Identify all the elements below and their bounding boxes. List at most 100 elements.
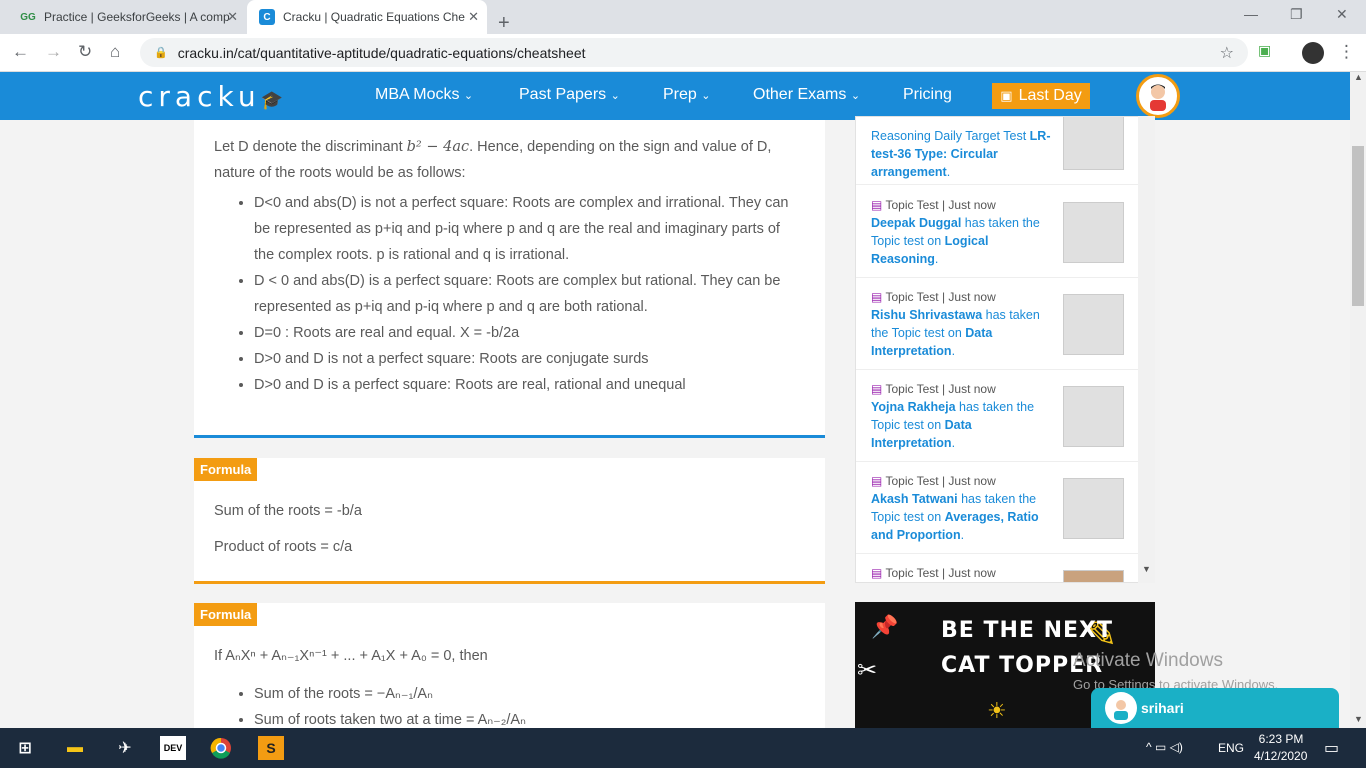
last-day-button[interactable]: ▣ Last Day — [992, 83, 1090, 109]
language-indicator[interactable]: ENG — [1218, 741, 1244, 755]
activity-user-name: Akash Tatwani — [871, 492, 958, 506]
user-placeholder-avatar — [1063, 202, 1124, 263]
close-tab-icon[interactable]: ✕ — [468, 9, 479, 25]
activity-text: Deepak Duggal has taken the Topic test o… — [871, 216, 1040, 266]
chrome-icon[interactable] — [208, 736, 234, 760]
clock-date[interactable]: 4/12/2020 — [1254, 749, 1307, 763]
activity-item[interactable]: ▤ Topic Test | Just now Akash Tatwani ha… — [856, 462, 1139, 554]
url-text: cracku.in/cat/quantitative-aptitude/quad… — [177, 44, 586, 61]
sublime-text-icon[interactable]: S — [258, 736, 284, 760]
chat-widget[interactable]: srihari — [1091, 688, 1339, 728]
forward-arrow-icon[interactable]: → — [45, 42, 62, 62]
document-icon: ▤ — [871, 290, 883, 304]
browser-tab-cracku[interactable]: C Cracku | Quadratic Equations Che ✕ — [247, 0, 487, 34]
tab-title: Practice | GeeksforGeeks | A comp — [44, 10, 230, 24]
chevron-down-icon: ⌄ — [463, 90, 474, 102]
activity-text-b: . — [946, 165, 951, 179]
last-day-label: Last Day — [1018, 87, 1082, 104]
list-item: D=0 : Roots are real and equal. X = -b/2… — [254, 320, 801, 346]
nav-label: MBA Mocks — [375, 86, 460, 103]
activity-meta-text: Topic Test | Just now — [885, 566, 996, 580]
product-of-roots-text: Product of roots = c/a — [214, 539, 353, 555]
activity-user-name: Deepak Duggal — [871, 216, 962, 230]
scissors-icon: ✂ — [857, 657, 878, 684]
document-icon: ▤ — [871, 382, 883, 396]
intro-text-a: Let D denote the discriminant — [214, 139, 407, 155]
activity-item[interactable]: Reasoning Daily Target Test LR-test-36 T… — [856, 117, 1139, 185]
document-icon: ▤ — [871, 198, 883, 212]
system-tray-icons[interactable]: ^ ▭ ◁) — [1146, 740, 1183, 754]
nav-label: Prep — [663, 86, 697, 103]
scroll-up-arrow-icon[interactable]: ▲ — [1354, 72, 1363, 82]
notification-icon[interactable]: ▭ — [1324, 738, 1339, 758]
reload-icon[interactable]: ↻ — [78, 42, 92, 62]
activity-meta: ▤ Topic Test | Just now — [871, 566, 996, 580]
home-icon[interactable]: ⌂ — [110, 42, 120, 62]
dev-app-icon[interactable]: DEV — [160, 736, 186, 760]
scrollbar-thumb[interactable] — [1352, 146, 1364, 306]
windows-taskbar: ⊞ ▬ ✈ DEV S ^ ▭ ◁) ENG 6:23 PM 4/12/2020… — [0, 728, 1366, 768]
bookmark-star-icon[interactable]: ☆ — [1220, 43, 1234, 63]
geeksforgeeks-favicon-icon: GG — [20, 11, 36, 23]
user-placeholder-avatar — [1063, 386, 1124, 447]
document-icon: ▤ — [871, 474, 883, 488]
user-placeholder-avatar — [1063, 478, 1124, 539]
activity-user-name: Rishu Shrivastawa — [871, 308, 983, 322]
activity-meta: ▤ Topic Test | Just now — [871, 290, 996, 304]
list-item: Sum of the roots = −Aₙ₋₁/Aₙ — [254, 681, 526, 707]
scroll-down-arrow-icon[interactable]: ▼ — [1142, 564, 1151, 574]
browser-tab-geeksforgeeks[interactable]: GG Practice | GeeksforGeeks | A comp ✕ — [8, 0, 246, 34]
list-item: D>0 and D is a perfect square: Roots are… — [254, 372, 801, 398]
activity-meta: ▤ Topic Test | Just now — [871, 474, 996, 488]
activity-meta: ▤ Topic Test | Just now — [871, 382, 996, 396]
user-avatar-icon — [1114, 700, 1128, 720]
document-icon: ▤ — [871, 566, 883, 580]
window-close-icon[interactable]: ✕ — [1336, 6, 1348, 23]
nature-of-roots-list: D<0 and abs(D) is not a perfect square: … — [194, 190, 825, 398]
nav-pricing[interactable]: Pricing — [903, 86, 952, 104]
activity-text: Akash Tatwani has taken the Topic test o… — [871, 492, 1039, 542]
activity-text: Rishu Shrivastawa has taken the Topic te… — [871, 308, 1040, 358]
activity-item[interactable]: ▤ Topic Test | Just now Deepak Duggal ha… — [856, 186, 1139, 278]
discriminant-card: Let D denote the discriminant b² − 4ac. … — [194, 120, 825, 438]
graduation-cap-icon: 🎓 — [260, 90, 283, 111]
scroll-down-arrow-icon[interactable]: ▼ — [1354, 714, 1363, 724]
activity-item[interactable]: ▤ Topic Test | Just now Yojna Rakheja ha… — [856, 370, 1139, 462]
restore-icon[interactable]: ❐ — [1290, 6, 1303, 23]
address-bar[interactable]: 🔒 cracku.in/cat/quantitative-aptitude/qu… — [140, 38, 1248, 67]
app-icon[interactable]: ✈ — [112, 736, 138, 760]
browser-menu-icon[interactable]: ⋮ — [1338, 42, 1355, 62]
activity-scrollbar[interactable]: ▼ — [1138, 116, 1155, 583]
clock-time[interactable]: 6:23 PM — [1256, 732, 1306, 746]
nav-past-papers[interactable]: Past Papers ⌄ — [519, 86, 620, 104]
discriminant-intro: Let D denote the discriminant b² − 4ac. … — [194, 120, 825, 186]
extension-icon[interactable]: ▣ — [1258, 42, 1271, 59]
site-header: cracku🎓 MBA Mocks ⌄ Past Papers ⌄ Prep ⌄… — [0, 72, 1350, 120]
activity-text: Yojna Rakheja has taken the Topic test o… — [871, 400, 1035, 450]
activity-meta-text: Topic Test | Just now — [885, 474, 996, 488]
banner-line-1: BE THE NEXT — [941, 618, 1113, 643]
cracku-favicon-icon: C — [259, 9, 275, 25]
nav-other-exams[interactable]: Other Exams ⌄ — [753, 86, 860, 104]
close-tab-icon[interactable]: ✕ — [227, 9, 238, 25]
cracku-logo[interactable]: cracku🎓 — [138, 80, 283, 113]
list-item: Sum of roots taken two at a time = Aₙ₋₂/… — [254, 707, 526, 728]
file-explorer-icon[interactable]: ▬ — [62, 736, 88, 760]
formula-badge: Formula — [194, 458, 258, 481]
user-placeholder-avatar — [1063, 294, 1124, 355]
activity-meta-text: Topic Test | Just now — [885, 290, 996, 304]
nav-label: Past Papers — [519, 86, 607, 103]
activity-item[interactable]: ▤ Topic Test | Just now — [856, 554, 1139, 582]
page-scrollbar[interactable]: ▲ ▼ — [1350, 72, 1366, 728]
user-avatar[interactable] — [1136, 74, 1180, 118]
minimize-icon[interactable]: — — [1244, 6, 1258, 22]
back-arrow-icon[interactable]: ← — [12, 42, 29, 62]
chevron-down-icon: ⌄ — [850, 90, 861, 102]
windows-start-icon[interactable]: ⊞ — [12, 736, 38, 760]
nav-prep[interactable]: Prep ⌄ — [663, 86, 710, 104]
nav-mba-mocks[interactable]: MBA Mocks ⌄ — [375, 86, 473, 104]
logo-text: cracku — [138, 80, 261, 113]
activity-item[interactable]: ▤ Topic Test | Just now Rishu Shrivastaw… — [856, 278, 1139, 370]
profile-avatar[interactable] — [1302, 42, 1324, 64]
activity-text: Reasoning Daily Target Test LR-test-36 T… — [871, 127, 1051, 181]
